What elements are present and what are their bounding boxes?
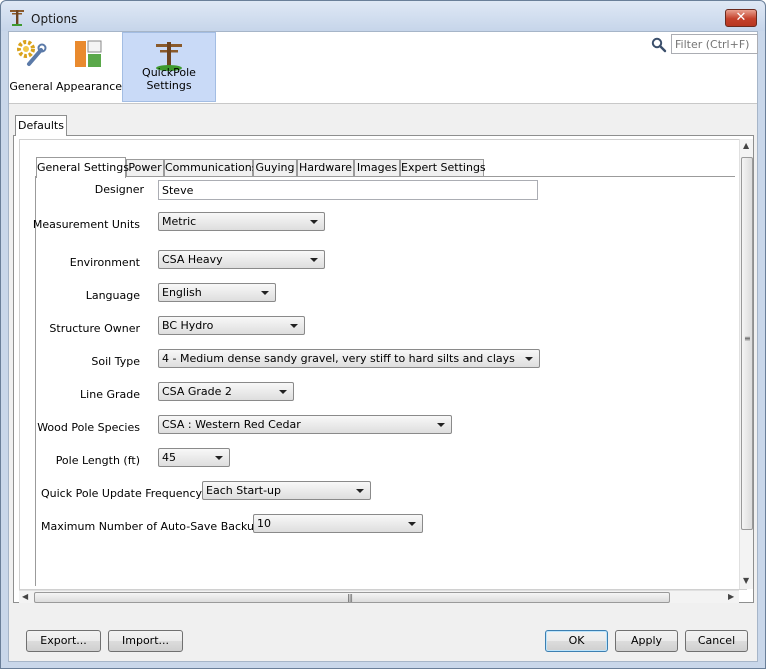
- measurement-units-label: Measurement Units: [32, 218, 140, 231]
- pole-length-select[interactable]: 45: [158, 448, 230, 467]
- gear-wrench-icon: [17, 40, 47, 66]
- chevron-down-icon: [215, 456, 223, 460]
- grip-icon: |||: [347, 593, 353, 602]
- pole-icon: [10, 10, 24, 26]
- select-value: CSA : Western Red Cedar: [162, 418, 301, 431]
- scroll-up-icon[interactable]: ▲: [743, 141, 749, 150]
- soil-type-select[interactable]: 4 - Medium dense sandy gravel, very stif…: [158, 349, 540, 368]
- defaults-panel: General Settings Power Communications Gu…: [13, 135, 754, 603]
- category-bar: General Appearance QuickPole Settings: [9, 32, 758, 104]
- line-grade-label: Line Grade: [80, 388, 140, 401]
- chevron-down-icon: [356, 489, 364, 493]
- tab-expert-settings[interactable]: Expert Settings: [400, 159, 486, 177]
- category-label: General: [9, 80, 53, 93]
- select-value: CSA Grade 2: [162, 385, 232, 398]
- soil-type-label: Soil Type: [91, 355, 140, 368]
- select-value: English: [162, 286, 202, 299]
- select-value: Metric: [162, 215, 197, 228]
- chevron-down-icon: [437, 423, 445, 427]
- search-icon: [651, 37, 667, 53]
- tab-communications[interactable]: Communications: [164, 159, 257, 177]
- select-value: 45: [162, 451, 176, 464]
- chevron-down-icon: [290, 324, 298, 328]
- apply-button[interactable]: Apply: [615, 630, 678, 652]
- window-title: Options: [31, 12, 78, 26]
- tab-general-settings[interactable]: General Settings: [36, 157, 129, 178]
- close-button[interactable]: ✕: [725, 9, 757, 27]
- import-button[interactable]: Import...: [108, 630, 183, 652]
- chevron-down-icon: [525, 357, 533, 361]
- measurement-units-select[interactable]: Metric: [158, 212, 325, 231]
- autosave-backups-label: Maximum Number of Auto-Save Backups: [41, 520, 267, 533]
- scroll-down-icon[interactable]: ▼: [743, 576, 749, 585]
- line-grade-select[interactable]: CSA Grade 2: [158, 382, 294, 401]
- client-area: General Appearance QuickPole Settings Fi…: [8, 31, 758, 662]
- tab-defaults[interactable]: Defaults: [15, 115, 67, 136]
- vertical-scrollbar[interactable]: ▲ ≡ ▼: [739, 139, 753, 589]
- category-label: Appearance: [56, 80, 123, 93]
- select-value: BC Hydro: [162, 319, 214, 332]
- designer-label: Designer: [94, 183, 144, 196]
- tab-power[interactable]: Power: [126, 159, 164, 177]
- chevron-down-icon: [310, 258, 318, 262]
- export-button[interactable]: Export...: [26, 630, 101, 652]
- category-label: QuickPole Settings: [142, 66, 196, 92]
- ok-button[interactable]: OK: [545, 630, 608, 652]
- designer-field[interactable]: [158, 180, 538, 200]
- select-value: CSA Heavy: [162, 253, 223, 266]
- scroll-right-icon[interactable]: ▶: [728, 592, 734, 601]
- horizontal-scrollbar[interactable]: ◀ ||| ▶: [19, 590, 739, 603]
- environment-select[interactable]: CSA Heavy: [158, 250, 325, 269]
- wood-pole-species-label: Wood Pole Species: [37, 421, 140, 434]
- category-quickpole-settings[interactable]: QuickPole Settings: [122, 32, 216, 102]
- category-appearance[interactable]: Appearance: [56, 32, 123, 102]
- structure-owner-select[interactable]: BC Hydro: [158, 316, 305, 335]
- update-frequency-label: Quick Pole Update Frequency: [41, 487, 203, 500]
- tab-label: Defaults: [18, 119, 64, 132]
- language-select[interactable]: English: [158, 283, 276, 302]
- options-window: Options ✕ General Appearance QuickPole S…: [0, 0, 766, 669]
- pole-length-label: Pole Length (ft): [55, 454, 140, 467]
- cancel-button[interactable]: Cancel: [685, 630, 748, 652]
- chevron-down-icon: [261, 291, 269, 295]
- appearance-icon: [75, 40, 102, 67]
- tab-hardware[interactable]: Hardware: [297, 159, 354, 177]
- scroll-left-icon[interactable]: ◀: [22, 592, 28, 601]
- chevron-down-icon: [279, 390, 287, 394]
- tab-guying[interactable]: Guying: [253, 159, 297, 177]
- grip-icon: ≡: [744, 334, 751, 343]
- close-icon: ✕: [735, 10, 747, 25]
- tab-images[interactable]: Images: [354, 159, 400, 177]
- select-value: Each Start-up: [206, 484, 282, 497]
- language-label: Language: [85, 289, 140, 302]
- category-general[interactable]: General: [9, 32, 53, 102]
- title-bar[interactable]: Options ✕: [1, 1, 765, 31]
- horizontal-scroll-thumb[interactable]: |||: [34, 592, 670, 603]
- structure-owner-label: Structure Owner: [49, 322, 140, 335]
- environment-label: Environment: [69, 256, 140, 269]
- update-frequency-select[interactable]: Each Start-up: [202, 481, 371, 500]
- select-value: 4 - Medium dense sandy gravel, very stif…: [162, 352, 515, 365]
- autosave-backups-select[interactable]: 10: [253, 514, 423, 533]
- wood-pole-species-select[interactable]: CSA : Western Red Cedar: [158, 415, 452, 434]
- vertical-scroll-thumb[interactable]: ≡: [741, 157, 753, 530]
- settings-viewport: General Settings Power Communications Gu…: [19, 139, 747, 590]
- filter-input[interactable]: [671, 34, 758, 54]
- select-value: 10: [257, 517, 271, 530]
- chevron-down-icon: [310, 220, 318, 224]
- chevron-down-icon: [408, 522, 416, 526]
